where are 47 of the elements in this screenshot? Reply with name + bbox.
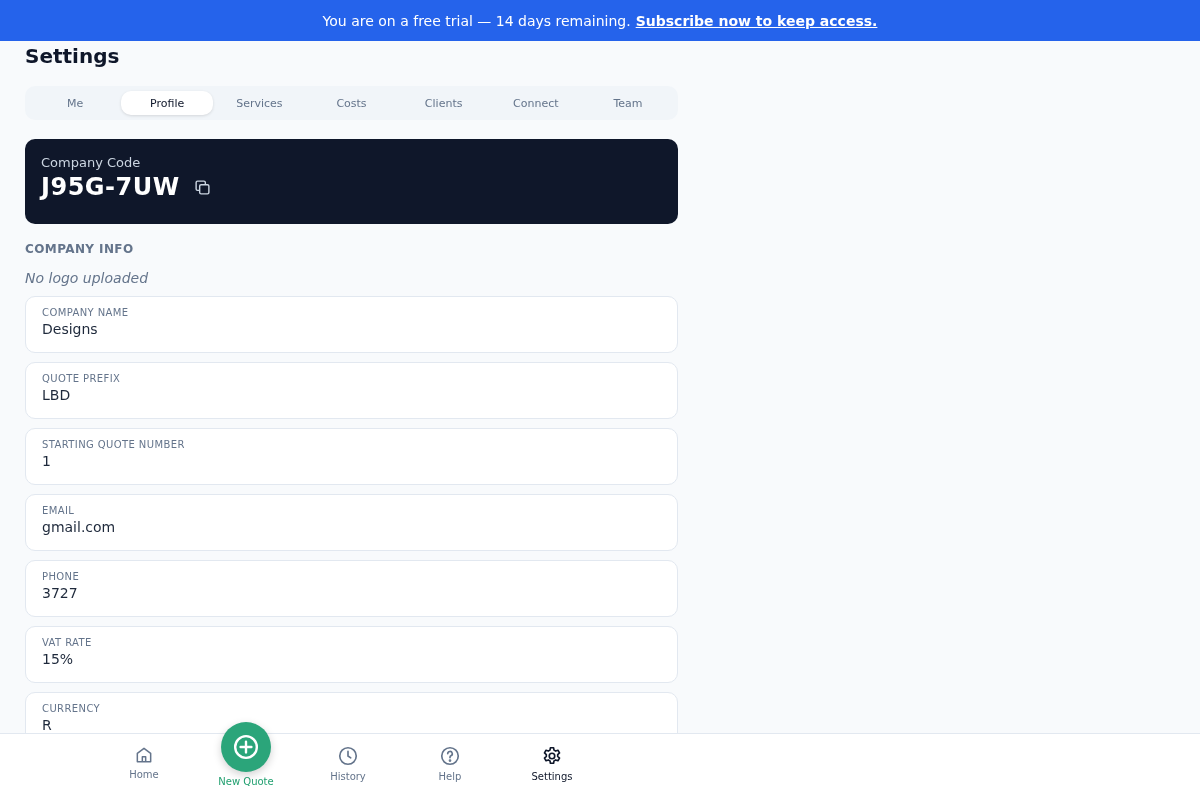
home-icon xyxy=(134,745,154,765)
tab[interactable]: Services xyxy=(213,91,306,115)
settings-icon xyxy=(541,745,563,767)
field-label: CURRENCY xyxy=(42,703,102,714)
field-value: Designs xyxy=(42,321,99,337)
logo-note: No logo uploaded xyxy=(25,270,150,286)
trial-text: You are on a free trial — 14 days remaining. xyxy=(322,12,631,29)
code-label: Company Code xyxy=(41,155,142,170)
field-label: STARTING QUOTE NUMBER xyxy=(42,439,186,450)
plus-circle-icon xyxy=(233,734,259,760)
section-title: COMPANY INFO xyxy=(25,242,135,256)
nav-label[interactable]: Help xyxy=(438,771,462,782)
tab[interactable]: Connect xyxy=(489,91,582,115)
page-title: Settings xyxy=(25,44,121,70)
tab[interactable]: Me xyxy=(29,91,122,115)
help-icon xyxy=(439,745,461,767)
copy-icon[interactable] xyxy=(193,178,211,196)
clock-icon xyxy=(337,745,359,767)
tab[interactable]: Profile xyxy=(121,91,214,115)
field-label: PHONE xyxy=(42,571,81,582)
field-value: 1 xyxy=(42,453,52,469)
input-field[interactable]: CURRENCY R xyxy=(25,692,678,733)
nav-label[interactable]: New Quote xyxy=(218,776,274,787)
field-value: LBD xyxy=(42,387,72,403)
field-value: 15% xyxy=(42,651,75,667)
field-value: gmail.com xyxy=(42,519,117,535)
field-value: R xyxy=(42,717,53,733)
input-field[interactable]: STARTING QUOTE NUMBER 1 xyxy=(25,428,678,485)
input-field[interactable]: COMPANY NAME Designs xyxy=(25,296,678,353)
input-field[interactable]: VAT RATE 15% xyxy=(25,626,678,683)
input-field[interactable]: EMAIL gmail.com xyxy=(25,494,678,551)
nav-label[interactable]: History xyxy=(330,771,366,782)
field-label: COMPANY NAME xyxy=(42,307,130,318)
field-label: EMAIL xyxy=(42,505,76,516)
field-value: 3727 xyxy=(42,585,79,601)
subscribe-link[interactable]: Subscribe now to keep access. xyxy=(635,12,878,29)
tab[interactable]: Clients xyxy=(397,91,490,115)
input-field[interactable]: PHONE 3727 xyxy=(25,560,678,617)
input-field[interactable]: QUOTE PREFIX LBD xyxy=(25,362,678,419)
nav-label[interactable]: Settings xyxy=(531,771,573,782)
field-label: QUOTE PREFIX xyxy=(42,373,122,384)
tab[interactable]: Costs xyxy=(305,91,398,115)
nav-label[interactable]: Home xyxy=(129,769,159,780)
field-label: VAT RATE xyxy=(42,637,93,648)
tab[interactable]: Team xyxy=(581,91,674,115)
company-code: J95G-7UW xyxy=(41,173,180,201)
new-quote-button[interactable] xyxy=(221,722,271,772)
